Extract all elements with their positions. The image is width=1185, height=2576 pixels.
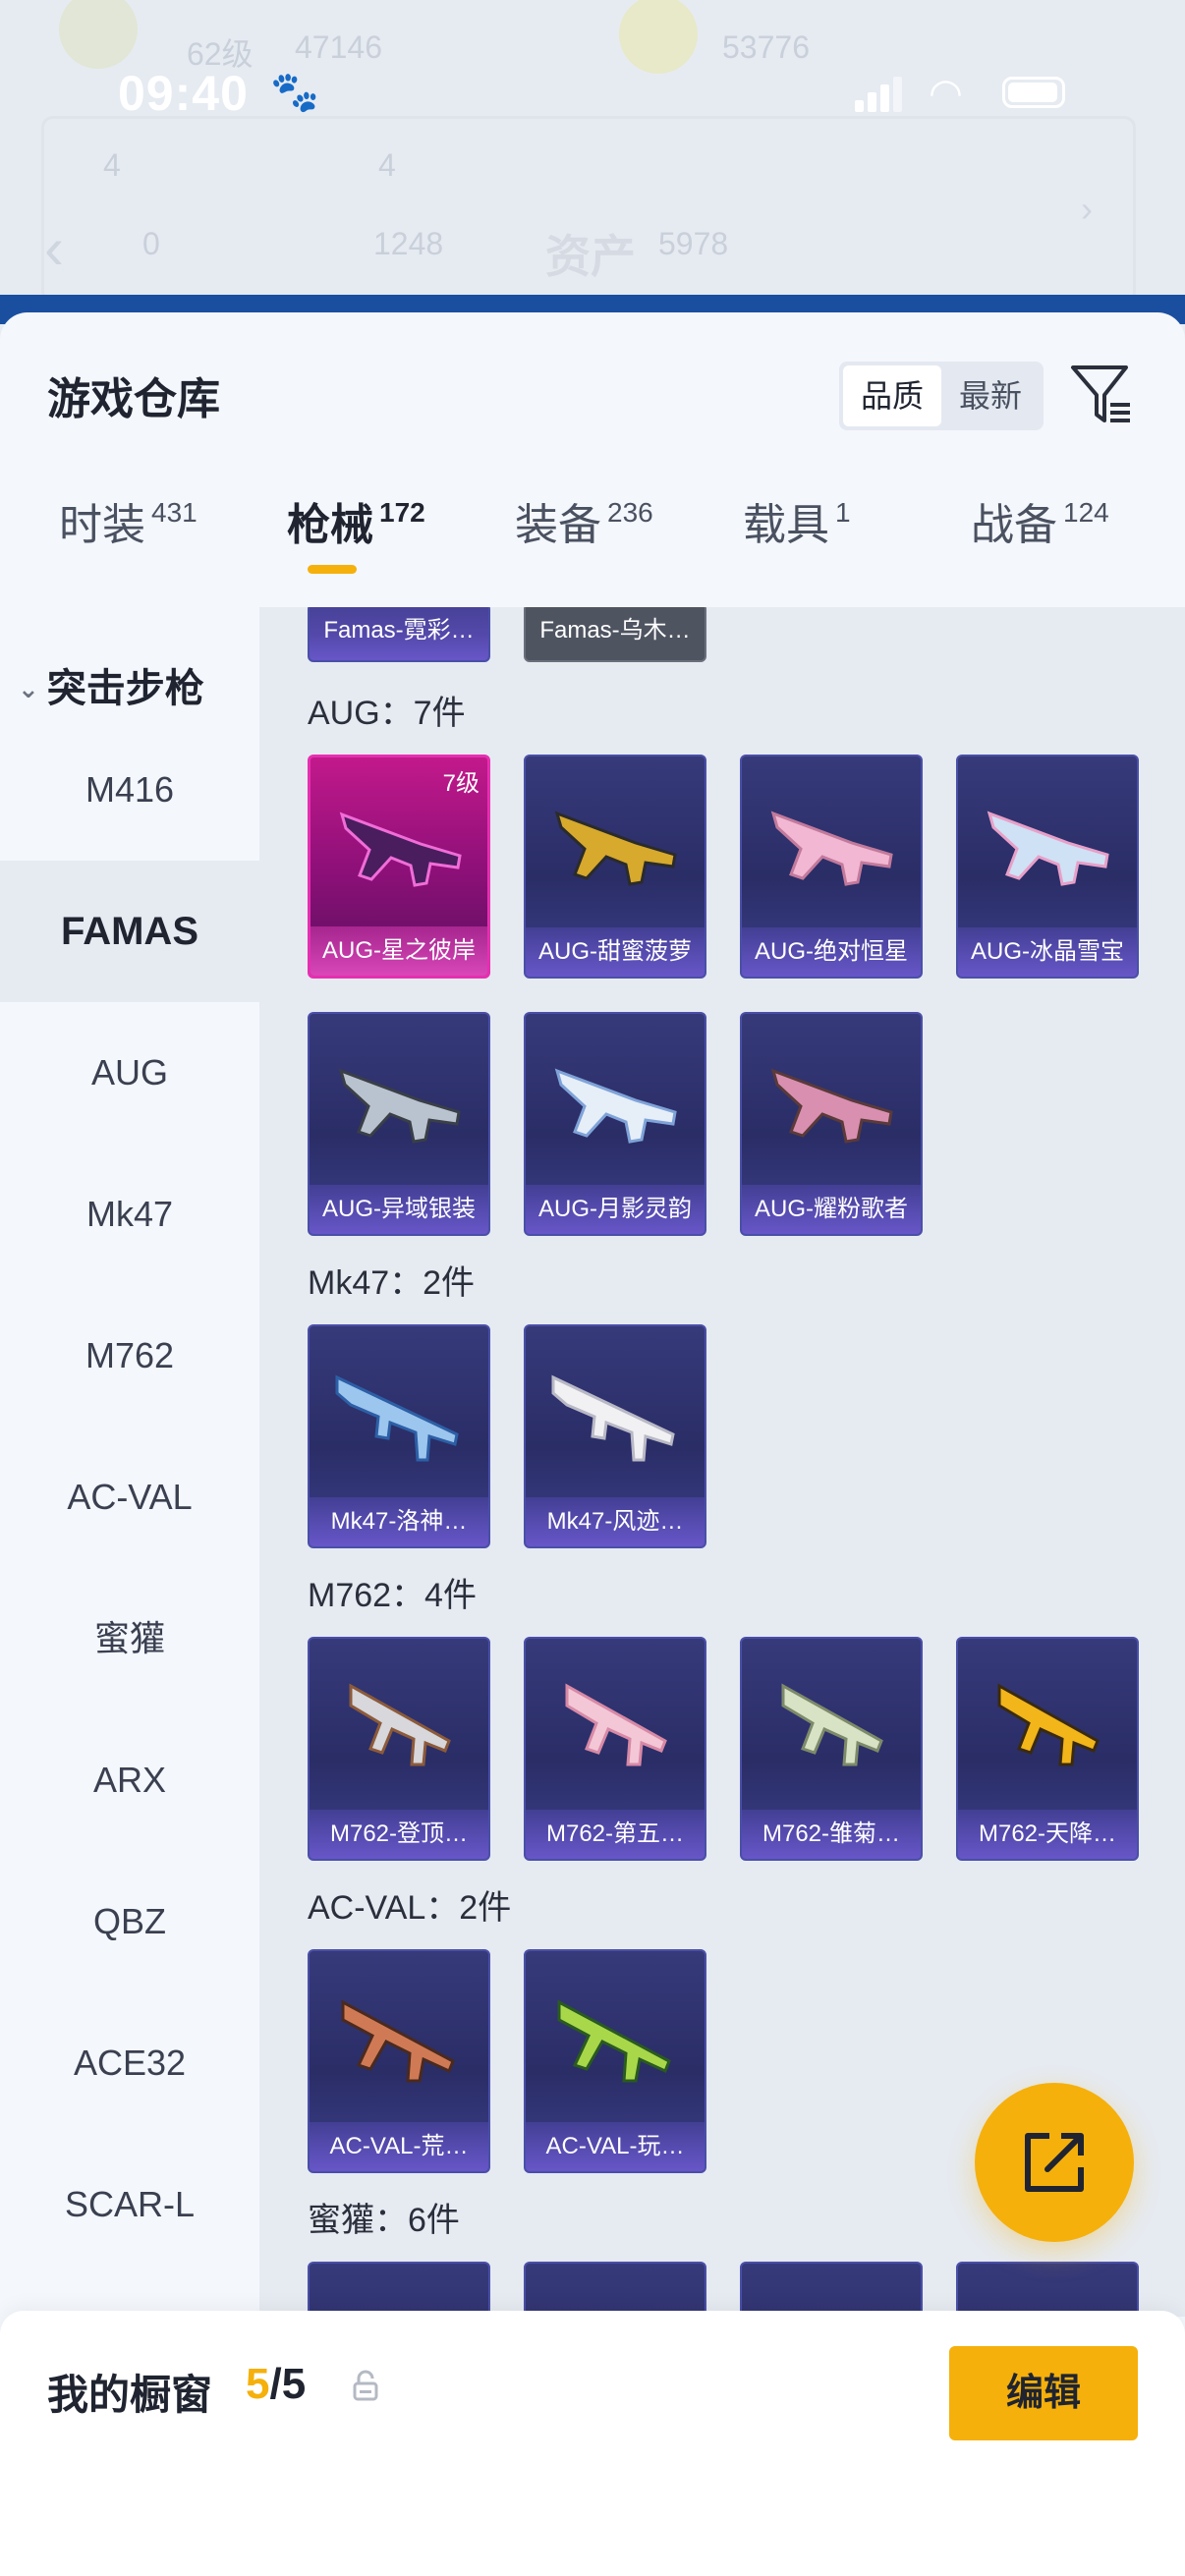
tab-vehicles[interactable]: 载具 1	[743, 489, 851, 552]
weapon-sidebar: ⌄ 突击步枪 M416 FAMAS AUG Mk47 M762 AC-VAL 蜜獾…	[0, 607, 259, 2317]
chevron-right-icon: ›	[1081, 189, 1093, 229]
skin-card[interactable]: AC-VAL-荒…	[308, 1949, 490, 2173]
my-showcase-bar: 我的橱窗 5/5 编辑	[0, 2311, 1185, 2576]
skin-card[interactable]: AUG-冰晶雪宝	[956, 755, 1139, 979]
tab-combat-gear[interactable]: 战备 124	[971, 489, 1109, 552]
gun-icon	[554, 811, 677, 886]
gun-icon	[349, 1683, 451, 1766]
skin-card[interactable]: M762-天降…	[956, 1637, 1139, 1861]
section-title-ac-val: AC-VAL：2件	[308, 1889, 512, 1927]
signal-icon	[855, 77, 902, 112]
gun-icon	[770, 1068, 893, 1144]
sort-option-quality[interactable]: 品质	[843, 365, 941, 426]
chevron-down-icon: ⌄	[18, 674, 39, 703]
tab-fashion[interactable]: 时装 431	[59, 489, 198, 552]
sidebar-item-famas[interactable]: FAMAS	[0, 861, 259, 1002]
sidebar-item-qbz[interactable]: QBZ	[0, 1851, 259, 1992]
sidebar-item-m416[interactable]: M416	[0, 719, 259, 861]
bg-assets-title: 资产	[545, 231, 636, 282]
sidebar-item-scar-l[interactable]: SCAR-L	[0, 2134, 259, 2275]
edit-button[interactable]: 编辑	[949, 2346, 1138, 2440]
share-icon	[1025, 2133, 1084, 2192]
section-title-mk47: Mk47：2件	[308, 1264, 476, 1302]
bg-stat: 0	[142, 226, 160, 261]
sort-option-newest[interactable]: 最新	[941, 365, 1040, 426]
status-bar: 09:40 🐾 ◠	[0, 59, 1185, 128]
skin-card[interactable]	[524, 2262, 706, 2317]
sidebar-item-honey-badger[interactable]: 蜜獾	[0, 1568, 259, 1709]
skin-card[interactable]: Mk47-洛神…	[308, 1324, 490, 1548]
skin-card[interactable]	[740, 2262, 923, 2317]
showcase-title: 我的橱窗	[47, 2372, 213, 2418]
gun-icon	[781, 1683, 883, 1766]
weapon-skin-grid: Famas-霓彩… Famas-乌木… AUG：7件 7级 AUG-星之彼岸 A…	[259, 607, 1185, 2317]
gun-icon	[339, 812, 462, 887]
share-button[interactable]	[975, 2083, 1134, 2242]
sort-toggle: 品质 最新	[839, 362, 1044, 430]
bg-stat: 5978	[658, 226, 729, 261]
tab-firearms[interactable]: 枪械 172	[287, 489, 425, 552]
skin-card[interactable]: AUG-耀粉歌者	[740, 1012, 923, 1236]
sidebar-item-ace32[interactable]: ACE32	[0, 1992, 259, 2134]
skin-card[interactable]: Famas-霓彩…	[308, 607, 490, 662]
gun-icon	[997, 1683, 1100, 1766]
skin-card[interactable]: Famas-乌木…	[524, 607, 706, 662]
gun-icon	[341, 1999, 455, 2083]
skin-card[interactable]: Mk47-风迹…	[524, 1324, 706, 1548]
skin-card[interactable]	[956, 2262, 1139, 2317]
warehouse-sheet: 游戏仓库 品质 最新 时装 431 枪械 172 装备 236 载具 1 战备 124 ⌄…	[0, 312, 1185, 2576]
bg-stat: 1248	[373, 226, 444, 261]
gun-icon	[335, 1374, 459, 1462]
skin-card[interactable]: AUG-甜蜜菠萝	[524, 755, 706, 979]
gun-icon	[554, 1068, 677, 1144]
back-arrow-icon[interactable]: ‹	[44, 214, 64, 282]
sidebar-item-ac-val[interactable]: AC-VAL	[0, 1427, 259, 1568]
battery-icon	[1002, 77, 1065, 108]
active-tab-indicator	[308, 565, 357, 574]
skin-card[interactable]: M762-登顶…	[308, 1637, 490, 1861]
filter-icon[interactable]	[1069, 360, 1134, 430]
gun-icon	[987, 811, 1109, 886]
wifi-icon: ◠	[929, 72, 963, 115]
status-time: 09:40	[118, 66, 249, 121]
skin-card[interactable]: AUG-绝对恒星	[740, 755, 923, 979]
skin-card[interactable]: 7级 AUG-星之彼岸	[308, 755, 490, 979]
page-title: 游戏仓库	[47, 375, 220, 423]
section-title-aug: AUG：7件	[308, 695, 466, 732]
skin-card[interactable]	[308, 2262, 490, 2317]
sidebar-item-m762[interactable]: M762	[0, 1285, 259, 1427]
gun-icon	[557, 1999, 671, 2083]
section-title-m762: M762：4件	[308, 1577, 477, 1614]
skin-card[interactable]: AUG-异域银装	[308, 1012, 490, 1236]
skin-card[interactable]: AC-VAL-玩…	[524, 1949, 706, 2173]
sidebar-item-aug[interactable]: AUG	[0, 1002, 259, 1144]
sidebar-category-header[interactable]: ⌄ 突击步枪	[18, 656, 204, 713]
category-tabs: 时装 431 枪械 172 装备 236 载具 1 战备 124	[0, 489, 1185, 597]
tab-equipment[interactable]: 装备 236	[515, 489, 653, 552]
gun-icon	[770, 811, 893, 886]
skin-card[interactable]: M762-雏菊…	[740, 1637, 923, 1861]
sidebar-item-arx[interactable]: ARX	[0, 1709, 259, 1851]
lock-icon	[353, 2370, 378, 2401]
sidebar-item-mk47[interactable]: Mk47	[0, 1144, 259, 1285]
showcase-count: 5/5	[246, 2360, 307, 2408]
gun-icon	[338, 1068, 461, 1144]
section-title-honey-badger: 蜜獾：6件	[308, 2202, 460, 2239]
gun-icon	[551, 1374, 675, 1462]
background-header: 62级 47146 53776 4 4 0 1248 资产 5978 ‹ ›	[0, 0, 1185, 314]
skin-card[interactable]: M762-第五…	[524, 1637, 706, 1861]
bg-stat: 4	[103, 147, 121, 183]
bg-stat: 4	[378, 147, 396, 183]
paw-icon: 🐾	[270, 71, 319, 114]
gun-icon	[565, 1683, 667, 1766]
skin-card[interactable]: AUG-月影灵韵	[524, 1012, 706, 1236]
